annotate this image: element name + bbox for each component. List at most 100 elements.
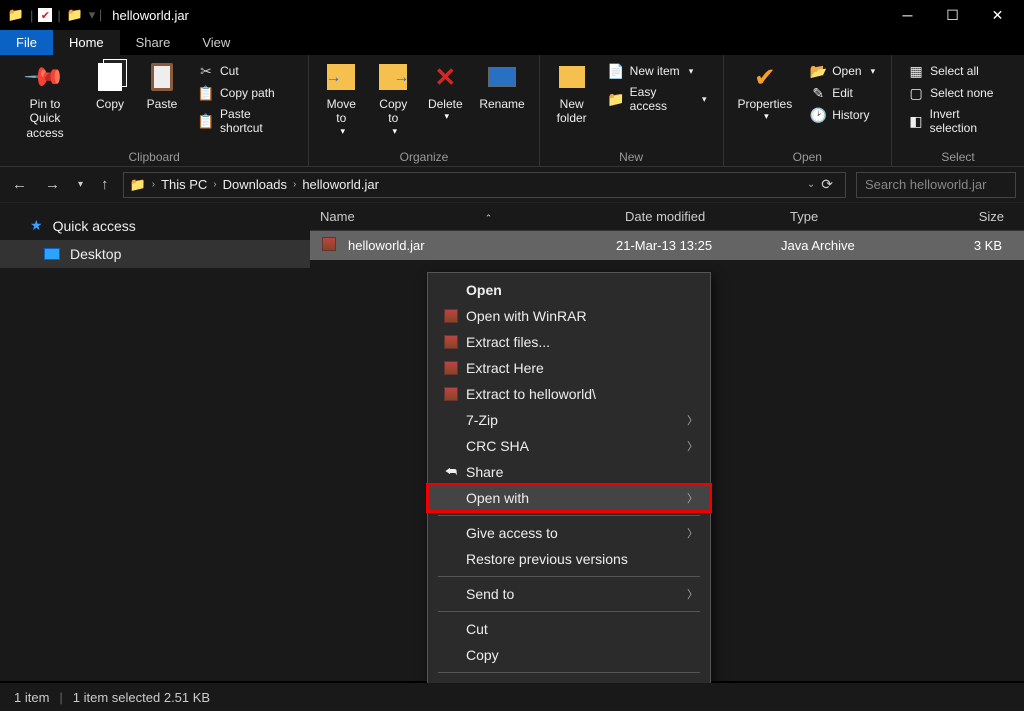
window-title: helloworld.jar	[112, 8, 189, 23]
move-icon	[325, 61, 357, 93]
new-folder-icon	[556, 61, 588, 93]
ctx-open-winrar[interactable]: Open with WinRAR	[428, 303, 710, 329]
refresh-button[interactable]: ⟳	[815, 176, 839, 193]
submenu-arrow-icon: 〉	[687, 412, 698, 428]
ctx-extract-to[interactable]: Extract to helloworld\	[428, 381, 710, 407]
select-all-button[interactable]: ▦Select all	[904, 61, 1012, 81]
ctx-cut[interactable]: Cut	[428, 616, 710, 642]
selectall-icon: ▦	[908, 63, 924, 79]
nav-bar: ← → ▾ ↑ 📁 › This PC › Downloads › hellow…	[0, 167, 1024, 203]
ctx-open[interactable]: Open	[428, 277, 710, 303]
col-name[interactable]: Name⌃	[310, 209, 615, 224]
select-none-button[interactable]: ▢Select none	[904, 83, 1012, 103]
winrar-icon	[440, 387, 462, 401]
new-folder-button[interactable]: New folder	[548, 59, 596, 128]
sidebar-quick-access[interactable]: ★ Quick access	[0, 211, 310, 240]
crumb-pc[interactable]: This PC	[161, 177, 207, 192]
tab-file[interactable]: File	[0, 30, 53, 55]
paste-icon	[146, 61, 178, 93]
history-dropdown[interactable]: ⌄	[807, 179, 815, 190]
group-label: New	[548, 148, 715, 164]
edit-icon: ✎	[810, 85, 826, 101]
back-button[interactable]: ←	[8, 176, 31, 193]
close-button[interactable]: ✕	[975, 0, 1020, 30]
group-new: New folder 📄New item▾ 📁Easy access▾ New	[540, 55, 724, 166]
winrar-icon	[440, 361, 462, 375]
paste-shortcut-button[interactable]: 📋Paste shortcut	[194, 105, 296, 137]
star-icon: ★	[30, 217, 43, 234]
separator	[438, 576, 700, 577]
jar-icon	[322, 237, 342, 254]
scissors-icon: ✂	[198, 63, 214, 79]
separator	[438, 672, 700, 673]
cut-button[interactable]: ✂Cut	[194, 61, 296, 81]
ctx-7zip[interactable]: 7-Zip〉	[428, 407, 710, 433]
winrar-icon	[440, 335, 462, 349]
submenu-arrow-icon: 〉	[687, 438, 698, 454]
ctx-share[interactable]: ⮪Share	[428, 459, 710, 485]
forward-button[interactable]: →	[41, 176, 64, 193]
invert-selection-button[interactable]: ◧Invert selection	[904, 105, 1012, 137]
selectnone-icon: ▢	[908, 85, 924, 101]
maximize-button[interactable]: ☐	[930, 0, 975, 30]
rename-button[interactable]: Rename	[473, 59, 530, 113]
ribbon-tabs: File Home Share View	[0, 30, 1024, 55]
group-label: Clipboard	[8, 148, 300, 164]
shortcut-icon: 📋	[198, 113, 214, 129]
group-organize: Move to▾ Copy to▾ ✕Delete▾ Rename Organi…	[309, 55, 539, 166]
search-input[interactable]: Search helloworld.jar	[856, 172, 1016, 198]
folder-icon: 📁	[130, 177, 146, 193]
edit-button[interactable]: ✎Edit	[806, 83, 879, 103]
ctx-copy[interactable]: Copy	[428, 642, 710, 668]
group-label: Open	[732, 148, 884, 164]
easy-icon: 📁	[608, 91, 624, 107]
copy-button[interactable]: Copy	[86, 59, 134, 113]
checkbox-icon[interactable]: ✔	[38, 8, 52, 22]
col-date[interactable]: Date modified	[615, 209, 780, 224]
history-button[interactable]: 🕑History	[806, 105, 879, 125]
context-menu: Open Open with WinRAR Extract files... E…	[427, 272, 711, 708]
invert-icon: ◧	[908, 113, 924, 129]
up-button[interactable]: ↑	[97, 176, 113, 193]
minimize-button[interactable]: ─	[885, 0, 930, 30]
recent-dropdown[interactable]: ▾	[74, 179, 87, 190]
easy-access-button[interactable]: 📁Easy access▾	[604, 83, 711, 115]
sidebar-desktop[interactable]: Desktop	[0, 240, 310, 268]
folder-icon: 📁	[66, 6, 84, 24]
col-type[interactable]: Type	[780, 209, 920, 224]
ctx-crc-sha[interactable]: CRC SHA〉	[428, 433, 710, 459]
ctx-send-to[interactable]: Send to〉	[428, 581, 710, 607]
move-to-button[interactable]: Move to▾	[317, 59, 365, 139]
open-button[interactable]: 📂Open▾	[806, 61, 879, 81]
properties-button[interactable]: ✔Properties▾	[732, 59, 799, 124]
separator	[438, 611, 700, 612]
copy-path-button[interactable]: 📋Copy path	[194, 83, 296, 103]
delete-button[interactable]: ✕Delete▾	[421, 59, 469, 124]
ctx-extract-here[interactable]: Extract Here	[428, 355, 710, 381]
pin-icon: 📌	[22, 54, 67, 99]
rename-icon	[486, 61, 518, 93]
ctx-give-access[interactable]: Give access to〉	[428, 520, 710, 546]
paste-button[interactable]: Paste	[138, 59, 186, 113]
breadcrumb[interactable]: 📁 › This PC › Downloads › helloworld.jar…	[123, 172, 846, 198]
file-row[interactable]: helloworld.jar 21-Mar-13 13:25 Java Arch…	[310, 231, 1024, 260]
new-item-button[interactable]: 📄New item▾	[604, 61, 711, 81]
ctx-open-with[interactable]: Open with〉	[428, 485, 710, 511]
crumb-folder[interactable]: helloworld.jar	[302, 177, 379, 192]
copyto-icon	[377, 61, 409, 93]
ribbon: 📌Pin to Quick access Copy Paste ✂Cut 📋Co…	[0, 55, 1024, 167]
ctx-restore[interactable]: Restore previous versions	[428, 546, 710, 572]
tab-home[interactable]: Home	[53, 30, 120, 55]
group-open: ✔Properties▾ 📂Open▾ ✎Edit 🕑History Open	[724, 55, 893, 166]
pin-button[interactable]: 📌Pin to Quick access	[8, 59, 82, 142]
submenu-arrow-icon: 〉	[687, 586, 698, 602]
crumb-downloads[interactable]: Downloads	[223, 177, 287, 192]
tab-view[interactable]: View	[186, 30, 246, 55]
copy-to-button[interactable]: Copy to▾	[369, 59, 417, 139]
ctx-extract-files[interactable]: Extract files...	[428, 329, 710, 355]
group-label: Organize	[317, 148, 530, 164]
col-size[interactable]: Size	[920, 209, 1024, 224]
group-clipboard: 📌Pin to Quick access Copy Paste ✂Cut 📋Co…	[0, 55, 309, 166]
tab-share[interactable]: Share	[120, 30, 187, 55]
status-item-count: 1 item	[14, 690, 49, 705]
